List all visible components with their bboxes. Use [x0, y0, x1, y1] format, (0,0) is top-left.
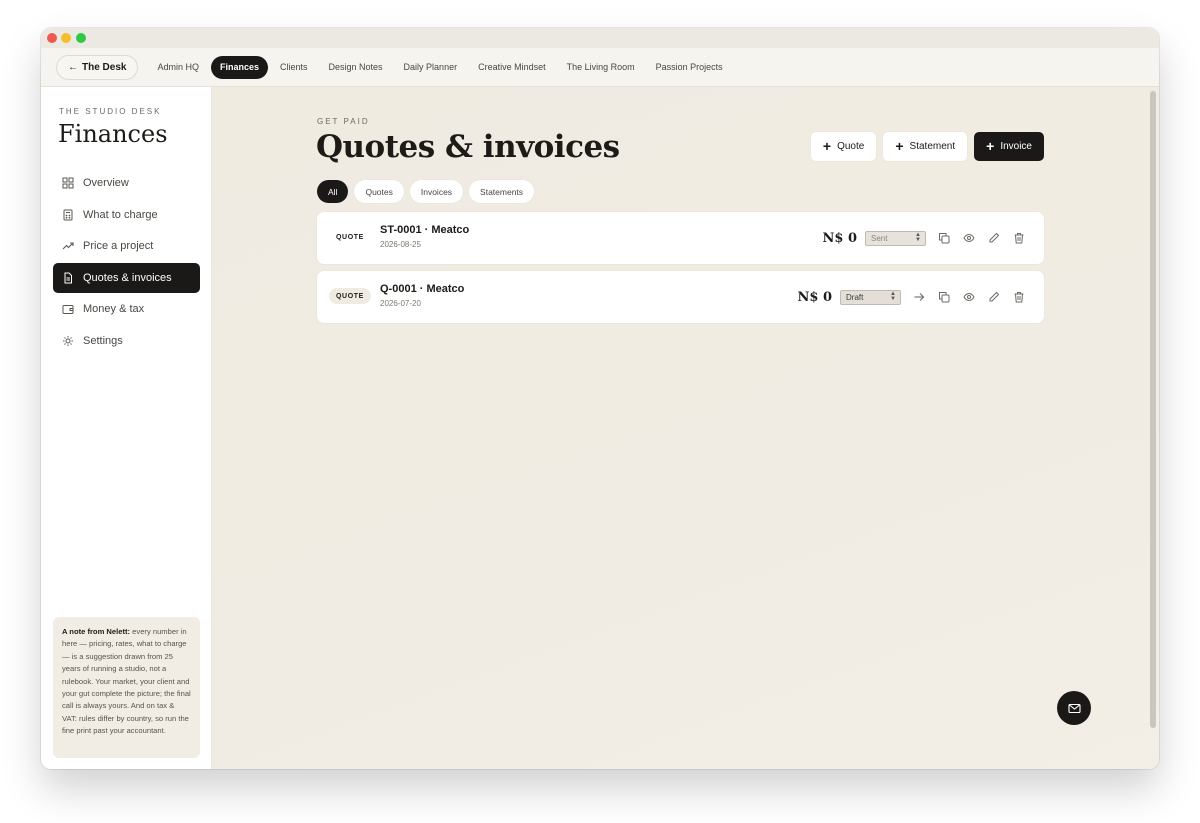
- nav-item-clients[interactable]: Clients: [271, 56, 317, 79]
- sidebar-item-overview[interactable]: Overview: [53, 168, 200, 198]
- back-to-desk-button[interactable]: ← The Desk: [56, 54, 139, 80]
- sidebar-nav: Overview What to charge Price a project …: [53, 168, 200, 357]
- filter-quotes[interactable]: Quotes: [354, 180, 404, 203]
- filter-invoices[interactable]: Invoices: [409, 180, 464, 203]
- plus-icon: +: [986, 138, 995, 154]
- filter-statements[interactable]: Statements: [469, 180, 535, 203]
- new-quote-button[interactable]: + Quote: [810, 132, 877, 161]
- sidebar-item-price-a-project[interactable]: Price a project: [53, 231, 200, 261]
- top-navigation: ← The Desk Admin HQ Finances Clients Des…: [41, 48, 1159, 87]
- sidebar-item-what-to-charge[interactable]: What to charge: [53, 200, 200, 230]
- sidebar-item-quotes-invoices[interactable]: Quotes & invoices: [53, 262, 200, 293]
- note-body: every number in here — pricing, rates, w…: [62, 627, 191, 736]
- nav-item-passion-projects[interactable]: Passion Projects: [647, 56, 732, 79]
- filter-all[interactable]: All: [317, 180, 349, 203]
- document-type-badge: QUOTE: [329, 288, 371, 304]
- plus-icon: +: [895, 138, 904, 154]
- sidebar-item-settings[interactable]: Settings: [53, 326, 200, 356]
- delete-button[interactable]: [1006, 285, 1031, 310]
- action-buttons: + Quote + Statement + Invoice: [810, 132, 1044, 161]
- copy-icon: [938, 292, 949, 303]
- document-icon: [64, 272, 72, 283]
- edit-button[interactable]: [981, 226, 1006, 251]
- status-select[interactable]: Sent ▲ ▼: [865, 230, 926, 246]
- title-bar: [41, 28, 1159, 48]
- document-type-badge: QUOTE: [336, 233, 364, 241]
- pencil-icon: [989, 291, 999, 302]
- advice-note: A note from Nelett: every number in here…: [53, 617, 200, 758]
- trash-icon: [1014, 292, 1023, 303]
- new-statement-button[interactable]: + Statement: [883, 132, 968, 161]
- trend-icon: [62, 242, 74, 250]
- duplicate-button[interactable]: [931, 285, 956, 310]
- status-select[interactable]: Draft ▲ ▼: [840, 289, 901, 305]
- calculator-icon: [63, 209, 73, 220]
- delete-button[interactable]: [1006, 226, 1031, 251]
- document-row-actions: N$ 0 Sent ▲ ▼: [823, 212, 1032, 264]
- trash-icon: [1014, 233, 1023, 244]
- select-arrows-icon: ▲ ▼: [890, 291, 896, 302]
- preview-button[interactable]: [956, 285, 981, 310]
- page-title: Quotes & invoices: [316, 129, 620, 165]
- arrow-right-icon: [914, 293, 924, 301]
- plus-icon: +: [822, 138, 832, 154]
- document-date: 2026-08-25: [380, 240, 421, 249]
- message-fab-button[interactable]: [1057, 691, 1091, 725]
- edit-button[interactable]: [981, 285, 1006, 310]
- scrollbar[interactable]: [1150, 91, 1156, 728]
- document-row[interactable]: QUOTE Q-0001 · Meatco 2026-07-20 N$ 0 Dr…: [317, 271, 1044, 323]
- filter-chips: All Quotes Invoices Statements: [317, 180, 535, 203]
- zoom-window-button[interactable]: [76, 33, 86, 43]
- document-row[interactable]: QUOTE ST-0001 · Meatco 2026-08-25 N$ 0 S…: [317, 212, 1044, 264]
- wallet-icon: [62, 305, 74, 314]
- nav-item-finances[interactable]: Finances: [210, 55, 268, 79]
- nav-item-design-notes[interactable]: Design Notes: [320, 56, 392, 79]
- sidebar-item-money-tax[interactable]: Money & tax: [53, 294, 200, 324]
- note-lead: A note from Nelett:: [62, 627, 131, 636]
- eye-icon: [962, 292, 975, 302]
- document-title: Q-0001 · Meatco: [380, 283, 465, 295]
- sidebar: THE STUDIO DESK Finances Overview What t…: [41, 87, 212, 769]
- mail-icon: [1067, 703, 1081, 713]
- new-invoice-button[interactable]: + Invoice: [974, 132, 1044, 161]
- nav-item-creative-mindset[interactable]: Creative Mindset: [469, 56, 555, 79]
- nav-item-daily-planner[interactable]: Daily Planner: [395, 56, 467, 79]
- app-window: ← The Desk Admin HQ Finances Clients Des…: [41, 28, 1159, 769]
- document-date: 2026-07-20: [380, 299, 421, 308]
- close-window-button[interactable]: [47, 33, 57, 43]
- document-amount: N$ 0: [822, 230, 858, 246]
- eye-icon: [962, 233, 975, 243]
- arrow-left-icon: ←: [68, 61, 78, 73]
- duplicate-button[interactable]: [931, 226, 956, 251]
- grid-icon: [62, 177, 74, 189]
- document-row-actions: N$ 0 Draft ▲ ▼: [798, 271, 1032, 323]
- select-arrows-icon: ▲ ▼: [915, 232, 921, 243]
- document-title: ST-0001 · Meatco: [380, 224, 470, 236]
- page-kicker: GET PAID: [317, 117, 370, 126]
- gear-icon: [63, 335, 73, 346]
- preview-button[interactable]: [956, 226, 981, 251]
- sidebar-eyebrow: THE STUDIO DESK: [59, 107, 162, 116]
- nav-item-living-room[interactable]: The Living Room: [558, 56, 644, 79]
- send-button[interactable]: [906, 285, 931, 310]
- main-content: GET PAID Quotes & invoices + Quote + Sta…: [212, 87, 1159, 769]
- nav-item-admin-hq[interactable]: Admin HQ: [148, 56, 208, 79]
- minimize-window-button[interactable]: [61, 33, 71, 43]
- copy-icon: [938, 233, 949, 244]
- document-amount: N$ 0: [797, 289, 833, 305]
- sidebar-title: Finances: [58, 120, 168, 148]
- pencil-icon: [989, 232, 999, 243]
